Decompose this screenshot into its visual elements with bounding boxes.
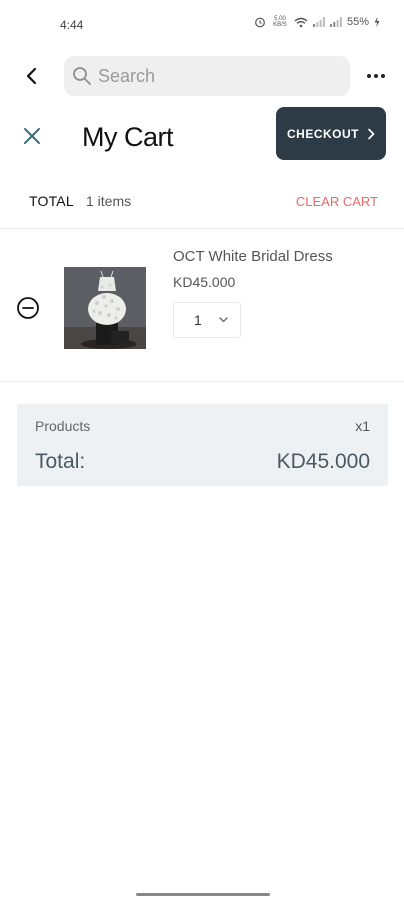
- summary-total-label: Total:: [35, 450, 86, 473]
- order-summary: Products x1 Total: KD45.000: [17, 404, 388, 486]
- back-arrow-icon: [26, 67, 37, 85]
- items-count: 1 items: [86, 193, 132, 209]
- divider: [0, 228, 404, 229]
- more-options-button[interactable]: [364, 64, 388, 88]
- network-speed: 5.00 KB/S: [271, 16, 289, 28]
- summary-total-value: KD45.000: [276, 450, 370, 473]
- cart-header: My Cart CHECKOUT: [0, 106, 404, 162]
- back-button[interactable]: [18, 62, 46, 90]
- status-icons: 5.00 KB/S 55%: [254, 16, 380, 28]
- battery-text: 55%: [346, 16, 369, 28]
- product-image[interactable]: [64, 267, 146, 349]
- divider: [0, 381, 404, 382]
- page-title: My Cart: [82, 122, 174, 152]
- signal-icon: [312, 17, 325, 27]
- remove-circle-icon: [17, 297, 39, 319]
- home-indicator[interactable]: [136, 893, 270, 896]
- search-placeholder: Search: [98, 65, 156, 86]
- search-icon: [73, 67, 91, 85]
- status-bar: 4:44 5.00 KB/S 55%: [0, 0, 404, 48]
- more-horizontal-icon: [367, 74, 385, 78]
- bridal-dress-flower-image: [64, 267, 146, 349]
- chevron-right-icon: [368, 128, 375, 139]
- signal-icon: [329, 17, 342, 27]
- chevron-down-icon: [219, 317, 228, 323]
- checkout-button[interactable]: CHECKOUT: [276, 107, 386, 160]
- products-label: Products: [35, 418, 91, 434]
- remove-item-button[interactable]: [16, 296, 40, 320]
- wifi-icon: [294, 17, 308, 28]
- alarm-icon: [254, 16, 266, 28]
- quantity-select[interactable]: 1: [173, 302, 241, 338]
- products-quantity: x1: [355, 418, 370, 434]
- status-time: 4:44: [60, 18, 84, 32]
- quantity-value: 1: [194, 312, 202, 328]
- battery-icon: [374, 17, 380, 27]
- speed-unit: KB/S: [273, 22, 287, 28]
- checkout-label: CHECKOUT: [287, 126, 359, 141]
- totals-row: TOTAL 1 items CLEAR CART: [0, 192, 404, 210]
- clear-cart-button[interactable]: CLEAR CART: [296, 194, 378, 209]
- close-button[interactable]: [20, 124, 44, 148]
- app-bar: Search: [0, 54, 404, 96]
- product-price: KD45.000: [173, 274, 236, 290]
- search-input[interactable]: Search: [64, 56, 350, 96]
- total-label: TOTAL: [29, 193, 74, 209]
- cart-item: OCT White Bridal Dress KD45.000 1: [0, 232, 404, 380]
- product-name[interactable]: OCT White Bridal Dress: [173, 248, 333, 265]
- close-icon: [24, 128, 40, 144]
